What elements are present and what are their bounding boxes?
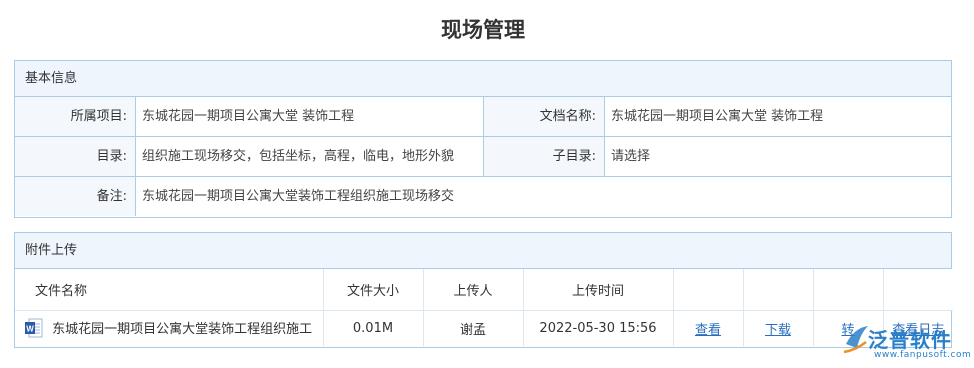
subcatalog-label: 子目录: — [484, 137, 605, 176]
file-size: 0.01M — [323, 310, 424, 346]
col-header-action-1 — [673, 269, 744, 311]
remark-label: 备注: — [15, 177, 136, 216]
attachments-panel: 附件上传 文件名称 文件大小 上传人 上传时间 W 东城花园一期项目公寓大堂装饰… — [14, 232, 953, 348]
brand-name: 泛普软件 — [868, 328, 952, 352]
col-header-upload-time: 上传时间 — [523, 269, 674, 311]
uploader: 谢孟 — [423, 310, 524, 346]
remark-value[interactable]: 东城花园一期项目公寓大堂装饰工程组织施工现场移交 — [136, 177, 951, 216]
project-value[interactable]: 东城花园一期项目公寓大堂 装饰工程 — [136, 97, 484, 136]
catalog-value[interactable]: 组织施工现场移交，包括坐标，高程，临电，地形外貌 — [136, 137, 484, 176]
brand-url: www.fanpusoft.com — [874, 350, 972, 360]
svg-text:W: W — [26, 325, 34, 334]
page-title: 现场管理 — [441, 18, 525, 42]
download-link[interactable]: 下载 — [765, 323, 791, 338]
download-cell: 下载 — [743, 310, 814, 346]
view-link[interactable]: 查看 — [695, 323, 721, 338]
file-name: 东城花园一期项目公寓大堂装饰工程组织施工 — [52, 321, 313, 337]
doc-name-label: 文档名称: — [484, 97, 605, 136]
doc-name-value[interactable]: 东城花园一期项目公寓大堂 装饰工程 — [605, 97, 951, 136]
attachments-table: 文件名称 文件大小 上传人 上传时间 W 东城花园一期项目公寓大堂装饰工程组织施… — [15, 269, 953, 346]
info-row-catalog: 目录: 组织施工现场移交，包括坐标，高程，临电，地形外貌 子目录: 请选择 — [15, 137, 951, 177]
info-row-project: 所属项目: 东城花园一期项目公寓大堂 装饰工程 文档名称: 东城花园一期项目公寓… — [15, 97, 951, 137]
basic-info-header: 基本信息 — [15, 61, 951, 97]
col-header-action-3 — [813, 269, 884, 311]
col-header-action-2 — [743, 269, 814, 311]
basic-info-panel: 基本信息 所属项目: 东城花园一期项目公寓大堂 装饰工程 文档名称: 东城花园一… — [14, 60, 952, 218]
col-header-action-4 — [883, 269, 953, 311]
col-header-file-size: 文件大小 — [323, 269, 424, 311]
subcatalog-select[interactable]: 请选择 — [605, 137, 951, 176]
col-header-file-name: 文件名称 — [15, 269, 324, 311]
watermark-logo: 泛普软件 www.fanpusoft.com — [840, 318, 974, 368]
table-header-row: 文件名称 文件大小 上传人 上传时间 — [15, 269, 953, 311]
file-name-cell: W 东城花园一期项目公寓大堂装饰工程组织施工 — [15, 310, 324, 346]
view-cell: 查看 — [673, 310, 744, 346]
col-header-uploader: 上传人 — [423, 269, 524, 311]
word-doc-icon: W — [25, 318, 43, 338]
info-row-remark: 备注: 东城花园一期项目公寓大堂装饰工程组织施工现场移交 — [15, 177, 951, 216]
catalog-label: 目录: — [15, 137, 136, 176]
attachments-header: 附件上传 — [15, 233, 951, 269]
table-row: W 东城花园一期项目公寓大堂装饰工程组织施工 0.01M 谢孟 2022-05-… — [15, 310, 953, 346]
upload-time: 2022-05-30 15:56 — [523, 310, 674, 346]
project-label: 所属项目: — [15, 97, 136, 136]
